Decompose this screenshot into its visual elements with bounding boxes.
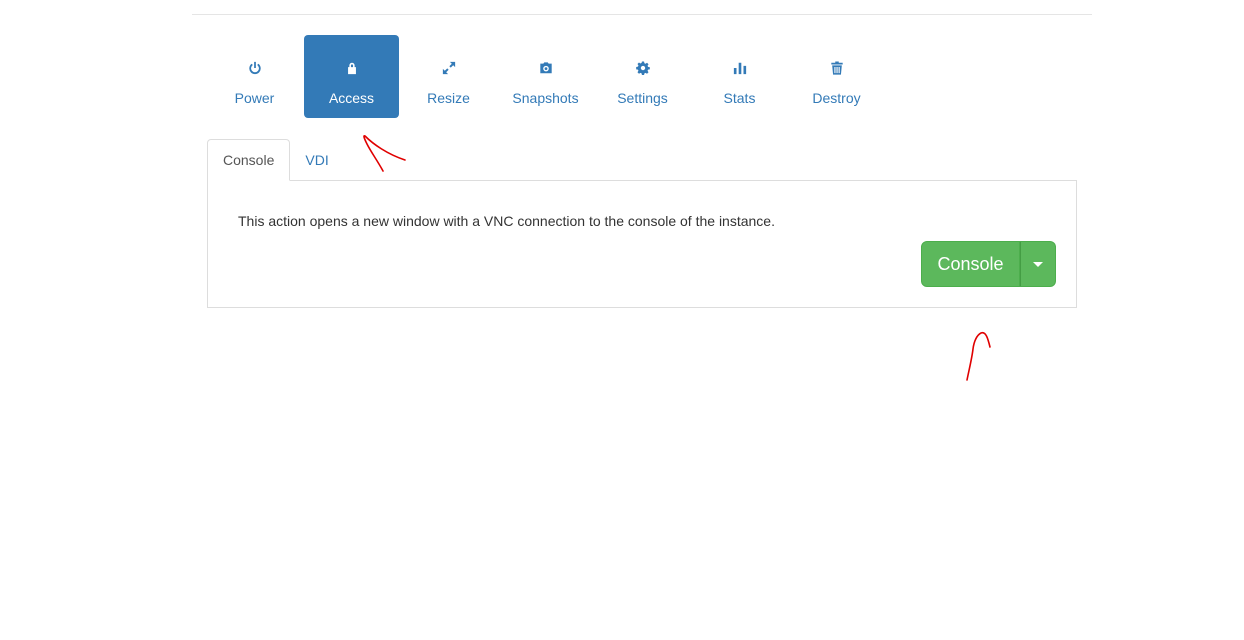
action-stats[interactable]: Stats bbox=[692, 35, 787, 118]
action-destroy[interactable]: Destroy bbox=[789, 35, 884, 118]
action-resize[interactable]: Resize bbox=[401, 35, 496, 118]
console-button-group: Console bbox=[921, 241, 1056, 287]
trash-icon bbox=[829, 60, 845, 76]
sub-tabs: Console VDI bbox=[207, 139, 1077, 181]
annotation-arrow-console bbox=[966, 331, 991, 381]
action-nav: Power Access Resize Snapshots Settings S… bbox=[207, 35, 884, 118]
action-settings[interactable]: Settings bbox=[595, 35, 690, 118]
console-panel: This action opens a new window with a VN… bbox=[207, 180, 1077, 308]
console-dropdown-toggle[interactable] bbox=[1020, 241, 1056, 287]
gear-icon bbox=[635, 60, 651, 76]
action-access-label: Access bbox=[328, 90, 375, 106]
action-snapshots[interactable]: Snapshots bbox=[498, 35, 593, 118]
action-settings-label: Settings bbox=[617, 90, 668, 106]
action-snapshots-label: Snapshots bbox=[512, 90, 579, 106]
action-access[interactable]: Access bbox=[304, 35, 399, 118]
console-description: This action opens a new window with a VN… bbox=[238, 213, 775, 229]
action-power-label: Power bbox=[234, 90, 275, 106]
action-power[interactable]: Power bbox=[207, 35, 302, 118]
tab-vdi[interactable]: VDI bbox=[290, 139, 343, 181]
camera-icon bbox=[538, 60, 554, 76]
expand-arrows-icon bbox=[441, 60, 457, 76]
action-stats-label: Stats bbox=[723, 90, 756, 106]
lock-icon bbox=[344, 60, 360, 76]
tab-console[interactable]: Console bbox=[207, 139, 291, 181]
power-icon bbox=[247, 60, 263, 76]
top-divider bbox=[192, 14, 1092, 15]
bar-chart-icon bbox=[732, 60, 748, 76]
console-button[interactable]: Console bbox=[921, 241, 1020, 287]
caret-down-icon bbox=[1033, 261, 1043, 267]
action-destroy-label: Destroy bbox=[812, 90, 861, 106]
action-resize-label: Resize bbox=[427, 90, 470, 106]
page: Power Access Resize Snapshots Settings S… bbox=[0, 0, 1244, 640]
